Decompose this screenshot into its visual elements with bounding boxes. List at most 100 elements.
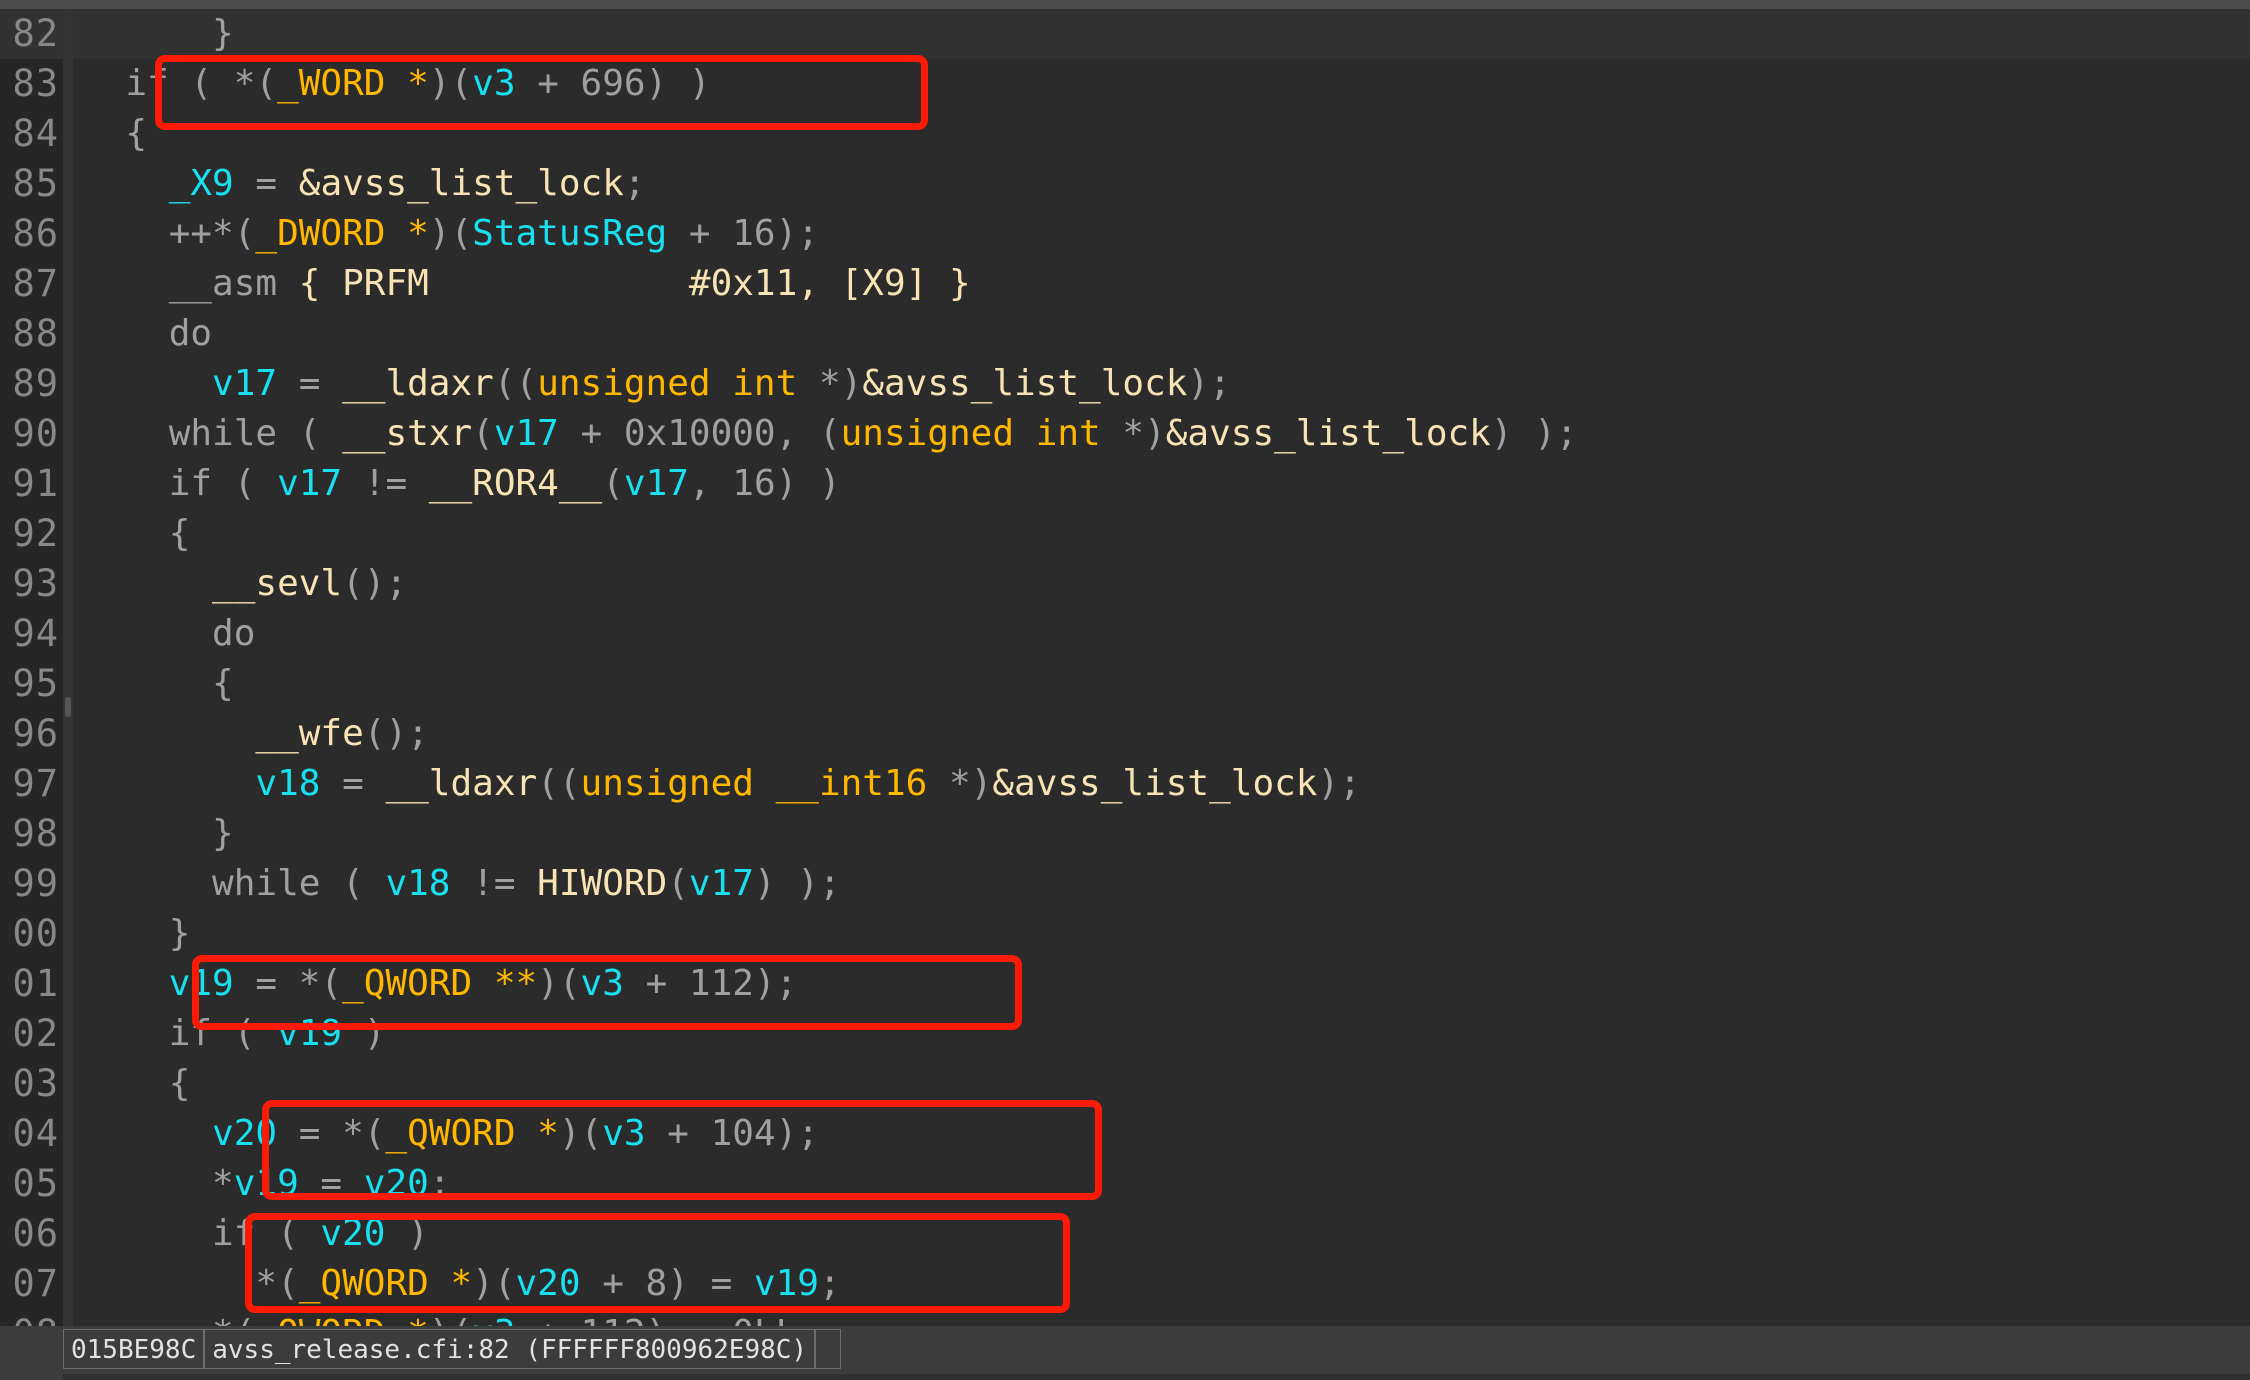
- code-token: )(: [428, 213, 473, 254]
- code-line[interactable]: }: [73, 9, 2250, 59]
- code-token: _QWORD *: [298, 1263, 473, 1304]
- code-line[interactable]: }: [73, 809, 2250, 859]
- code-token: &avss_list_lock: [1165, 413, 1491, 454]
- code-token: #0x11, [X9] }: [688, 263, 971, 304]
- code-token: )(: [537, 963, 581, 1004]
- line-number: 99: [12, 862, 59, 905]
- ida-pseudocode-window: 82 83 84 85 86 87 88 89 90 91 92 93 94 95 96 97 98 99 00 01…: [0, 0, 2250, 1380]
- code-line[interactable]: v17 = __ldaxr((unsigned int *)&avss_list…: [73, 359, 2250, 409]
- pseudocode-text-area[interactable]: } if ( *(_WORD *)(v3 + 696) ) { _X9 = &a…: [73, 9, 2250, 1326]
- code-token: + 8) =: [580, 1263, 754, 1304]
- code-token: __ROR4__: [428, 463, 603, 504]
- code-line[interactable]: __sevl();: [73, 559, 2250, 609]
- code-line[interactable]: __wfe();: [73, 709, 2250, 759]
- code-token: v18: [255, 763, 321, 804]
- code-token: *: [82, 1163, 234, 1204]
- code-line[interactable]: if ( *(_WORD *)(v3 + 696) ): [73, 59, 2250, 109]
- code-token: _QWORD *: [255, 1313, 428, 1326]
- code-line[interactable]: {: [73, 509, 2250, 559]
- code-token: v3: [472, 63, 516, 104]
- code-token: {: [82, 1063, 191, 1104]
- code-token: v20: [212, 1113, 278, 1154]
- line-number: 00: [12, 912, 59, 955]
- code-token: do: [82, 313, 213, 354]
- code-token: *): [818, 363, 863, 404]
- code-line[interactable]: do: [73, 609, 2250, 659]
- status-bottom-line: [63, 1374, 2250, 1380]
- code-token: ();: [342, 563, 408, 604]
- code-line[interactable]: }: [73, 909, 2250, 959]
- line-number: 06: [12, 1212, 59, 1255]
- code-line[interactable]: v18 = __ldaxr((unsigned __int16 *)&avss_…: [73, 759, 2250, 809]
- code-token: = *(: [233, 963, 343, 1004]
- code-token: =: [320, 763, 386, 804]
- line-number: 86: [12, 212, 59, 255]
- line-number: 01: [12, 962, 59, 1005]
- code-line[interactable]: while ( __stxr(v17 + 0x10000, (unsigned …: [73, 409, 2250, 459]
- code-token: _QWORD *: [385, 1113, 559, 1154]
- code-line[interactable]: if ( v20 ): [73, 1209, 2250, 1259]
- code-token: v20: [515, 1263, 581, 1304]
- code-token: {: [277, 263, 343, 304]
- code-token: HIWORD: [537, 863, 668, 904]
- code-line[interactable]: v20 = *(_QWORD *)(v3 + 104);: [73, 1109, 2250, 1159]
- gutter-scrollbar-thumb[interactable]: [65, 697, 71, 717]
- code-line[interactable]: ++*(_DWORD *)(StatusReg + 16);: [73, 209, 2250, 259]
- code-line[interactable]: _X9 = &avss_list_lock;: [73, 159, 2250, 209]
- code-token: if (: [82, 1013, 278, 1054]
- status-extra-field[interactable]: [815, 1329, 842, 1369]
- code-token: + 112) = 0LL;: [516, 1313, 819, 1326]
- code-line[interactable]: *v19 = v20;: [73, 1159, 2250, 1209]
- code-token: v17: [212, 363, 278, 404]
- code-token: unsigned int: [840, 413, 1123, 454]
- code-token: + 16);: [667, 213, 819, 254]
- code-line[interactable]: *(_QWORD *)(v3 + 112) = 0LL;: [73, 1309, 2250, 1326]
- code-token: =: [233, 163, 299, 204]
- code-token: {: [82, 513, 191, 554]
- code-token: v17: [623, 463, 689, 504]
- code-line[interactable]: while ( v18 != HIWORD(v17) );: [73, 859, 2250, 909]
- code-token: ): [385, 1213, 429, 1254]
- code-line[interactable]: *(_QWORD *)(v20 + 8) = v19;: [73, 1259, 2250, 1309]
- code-token: _X9: [168, 163, 234, 204]
- code-token: v19: [753, 1263, 819, 1304]
- code-token: *): [1122, 413, 1166, 454]
- code-token: ((: [493, 363, 538, 404]
- code-token: ;: [428, 1163, 451, 1204]
- line-number: 95: [12, 662, 59, 705]
- line-number: 88: [12, 312, 59, 355]
- code-line[interactable]: {: [73, 1059, 2250, 1109]
- status-address-field[interactable]: 015BE98C: [63, 1329, 205, 1369]
- code-token: if (: [82, 463, 278, 504]
- code-token: v3: [580, 963, 624, 1004]
- line-number: 04: [12, 1112, 59, 1155]
- code-token: __asm: [82, 263, 278, 304]
- code-token: __sevl: [212, 563, 343, 604]
- line-number: 83: [12, 62, 59, 105]
- status-location-field[interactable]: avss_release.cfi:82 (FFFFFF800962E98C): [204, 1329, 816, 1369]
- code-line[interactable]: __asm { PRFM #0x11, [X9] }: [73, 259, 2250, 309]
- code-line[interactable]: if ( v17 != __ROR4__(v17, 16) ): [73, 459, 2250, 509]
- code-line[interactable]: v19 = *(_QWORD **)(v3 + 112);: [73, 959, 2250, 1009]
- line-number: 90: [12, 412, 59, 455]
- code-line[interactable]: if ( v19 ): [73, 1009, 2250, 1059]
- code-token: ): [342, 1013, 386, 1054]
- line-number: 07: [12, 1262, 59, 1305]
- code-token: while (: [82, 863, 386, 904]
- code-token: ;: [818, 1263, 841, 1304]
- line-number: 94: [12, 612, 59, 655]
- code-token: if (: [82, 1213, 321, 1254]
- code-token: v18: [385, 863, 451, 904]
- code-token: ();: [363, 713, 429, 754]
- code-token: &avss_list_lock: [992, 763, 1318, 804]
- code-line[interactable]: do: [73, 309, 2250, 359]
- code-token: + 104);: [645, 1113, 819, 1154]
- line-number: 05: [12, 1162, 59, 1205]
- code-line[interactable]: {: [73, 109, 2250, 159]
- code-line[interactable]: {: [73, 659, 2250, 709]
- code-token: , 16) ): [688, 463, 841, 504]
- code-token: __ldaxr: [385, 763, 538, 804]
- code-token: *(: [82, 1313, 255, 1326]
